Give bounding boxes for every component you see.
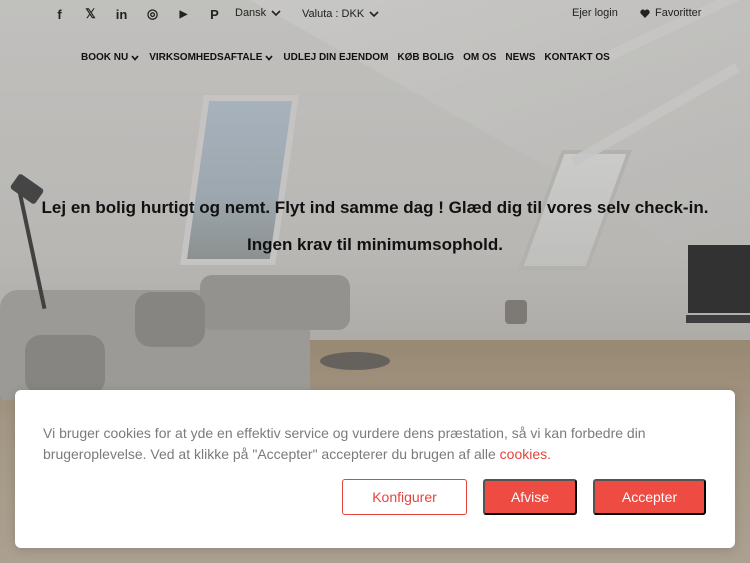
- facebook-icon[interactable]: f: [44, 5, 75, 23]
- instagram-icon[interactable]: ◎: [137, 5, 168, 23]
- cookie-banner: Vi bruger cookies for at yde en effektiv…: [15, 390, 735, 548]
- nav-item-label: KØB BOLIG: [397, 52, 455, 63]
- main-nav: BOOK NU VIRKSOMHEDSAFTALE UDLEJ DIN EJEN…: [81, 52, 610, 63]
- heart-icon: [640, 9, 650, 18]
- linkedin-icon[interactable]: in: [106, 5, 137, 23]
- currency-selector[interactable]: Valuta : DKK: [302, 8, 379, 20]
- favorites-label: Favoritter: [655, 7, 702, 19]
- cookie-message: Vi bruger cookies for at yde en effektiv…: [43, 423, 703, 465]
- language-selector[interactable]: Dansk: [235, 7, 281, 19]
- x-icon[interactable]: 𝕏: [75, 5, 106, 23]
- nav-item-label: VIRKSOMHEDSAFTALE: [149, 52, 263, 63]
- nav-item-label: UDLEJ DIN EJENDOM: [283, 52, 389, 63]
- favorites-link[interactable]: Favoritter: [640, 7, 701, 19]
- nav-item-udlej-din-ejendom[interactable]: UDLEJ DIN EJENDOM: [283, 52, 388, 63]
- reject-button[interactable]: Afvise: [483, 479, 577, 515]
- nav-item-kontakt-os[interactable]: KONTAKT OS: [544, 52, 609, 63]
- nav-item-label: KONTAKT OS: [544, 52, 610, 63]
- cookie-policy-link[interactable]: cookies.: [500, 446, 551, 462]
- owner-login-link[interactable]: Ejer login: [572, 7, 618, 19]
- cookie-message-text: Vi bruger cookies for at yde en effektiv…: [43, 425, 646, 462]
- language-label: Dansk: [235, 7, 267, 19]
- hero-headline: Lej en bolig hurtigt og nemt. Flyt ind s…: [41, 198, 709, 217]
- chevron-down-icon: [271, 10, 281, 17]
- nav-item-koeb-bolig[interactable]: KØB BOLIG: [397, 52, 454, 63]
- top-bar: f 𝕏 in ◎ ▶ P Dansk Valuta : DKK Ejer log…: [0, 0, 750, 28]
- chevron-down-icon: [131, 54, 139, 61]
- youtube-icon[interactable]: ▶: [168, 5, 199, 23]
- nav-item-virksomhedsaftale[interactable]: VIRKSOMHEDSAFTALE: [149, 52, 274, 63]
- accept-button[interactable]: Accepter: [593, 479, 706, 515]
- currency-label: Valuta : DKK: [302, 8, 365, 20]
- nav-item-label: OM OS: [463, 52, 497, 63]
- nav-item-news[interactable]: NEWS: [505, 52, 535, 63]
- nav-item-label: NEWS: [505, 52, 536, 63]
- chevron-down-icon: [265, 54, 273, 61]
- nav-item-book-nu[interactable]: BOOK NU: [81, 52, 140, 63]
- pinterest-icon[interactable]: P: [199, 5, 230, 23]
- hero-subline: Ingen krav til minimumsophold.: [247, 235, 503, 254]
- social-links: f 𝕏 in ◎ ▶ P: [44, 5, 230, 23]
- chevron-down-icon: [369, 11, 379, 18]
- nav-item-label: BOOK NU: [81, 52, 129, 63]
- configure-button[interactable]: Konfigurer: [342, 479, 467, 515]
- nav-item-om-os[interactable]: OM OS: [463, 52, 496, 63]
